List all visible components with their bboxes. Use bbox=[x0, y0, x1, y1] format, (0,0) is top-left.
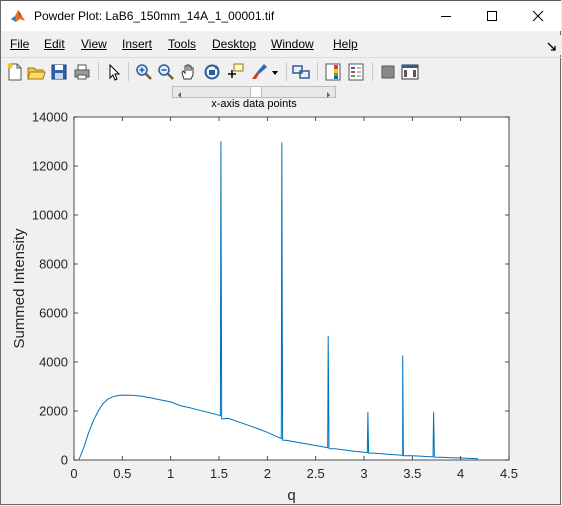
menu-insert[interactable]: Insert bbox=[122, 37, 152, 51]
hide-plot-tools-icon[interactable] bbox=[378, 62, 398, 82]
figure-window: Powder Plot: LaB6_150mm_14A_1_00001.tif … bbox=[0, 0, 561, 505]
dock-arrow-icon[interactable] bbox=[547, 39, 557, 51]
menu-help[interactable]: Help bbox=[333, 37, 358, 51]
maximize-button[interactable] bbox=[469, 1, 515, 31]
y-axis-label: Summed Intensity bbox=[11, 228, 28, 349]
y-tick-label: 2000 bbox=[39, 404, 68, 419]
window-title: Powder Plot: LaB6_150mm_14A_1_00001.tif bbox=[34, 9, 275, 23]
link-plot-icon[interactable] bbox=[291, 62, 311, 82]
brush-icon[interactable] bbox=[249, 62, 269, 82]
x-tick-label: 1 bbox=[167, 466, 174, 481]
toolbar-separator bbox=[98, 62, 99, 81]
x-tick-label: 3.5 bbox=[403, 466, 421, 481]
edit-plot-arrow-icon[interactable] bbox=[104, 62, 124, 82]
save-icon[interactable] bbox=[49, 62, 69, 82]
insert-legend-icon[interactable] bbox=[346, 62, 366, 82]
zoom-out-icon[interactable] bbox=[156, 62, 176, 82]
minimize-icon bbox=[441, 16, 451, 17]
menu-insert-label: Insert bbox=[122, 37, 153, 51]
x-axis-label: q bbox=[287, 487, 295, 504]
x-tick-label: 2 bbox=[264, 466, 271, 481]
maximize-icon bbox=[487, 11, 497, 21]
brush-dropdown-icon[interactable] bbox=[270, 62, 280, 82]
menu-tools-label: Tools bbox=[168, 37, 197, 51]
x-tick-label: 1.5 bbox=[210, 466, 228, 481]
data-cursor-icon[interactable] bbox=[225, 62, 245, 82]
y-tick-label: 4000 bbox=[39, 355, 68, 370]
zoom-in-icon[interactable] bbox=[134, 62, 154, 82]
menu-desktop-label: Desktop bbox=[212, 37, 257, 51]
x-tick-label: 4 bbox=[457, 466, 464, 481]
figure-toolbar bbox=[1, 57, 561, 85]
menu-window[interactable]: Window bbox=[271, 37, 314, 51]
close-icon bbox=[532, 10, 544, 22]
toolbar-separator bbox=[286, 62, 287, 81]
rotate-3d-icon[interactable] bbox=[202, 62, 222, 82]
toolbar-separator bbox=[372, 62, 373, 81]
menu-view[interactable]: View bbox=[81, 37, 107, 51]
menu-desktop[interactable]: Desktop bbox=[212, 37, 256, 51]
toolbar-separator bbox=[128, 62, 129, 81]
plot-area bbox=[74, 117, 509, 460]
new-figure-icon[interactable] bbox=[5, 62, 25, 82]
x-tick-label: 0 bbox=[70, 466, 77, 481]
x-tick-label: 0.5 bbox=[113, 466, 131, 481]
y-tick-label: 14000 bbox=[32, 110, 68, 125]
toolbar-separator bbox=[317, 62, 318, 81]
y-tick-label: 0 bbox=[61, 453, 68, 468]
y-tick-label: 10000 bbox=[32, 208, 68, 223]
menu-window-label: Window bbox=[271, 37, 314, 51]
menu-edit-label: Edit bbox=[44, 37, 65, 51]
menu-file[interactable]: File bbox=[10, 37, 29, 51]
powder-plot-chart[interactable]: 0 0.5 1 1.5 2 2.5 3 3.5 4 4.5 0 2000 4000 6000 8000 100… bbox=[1, 85, 561, 506]
close-button[interactable] bbox=[515, 1, 561, 31]
x-tick-label: 3 bbox=[360, 466, 367, 481]
print-icon[interactable] bbox=[72, 62, 92, 82]
open-file-icon[interactable] bbox=[26, 62, 46, 82]
y-tick-label: 12000 bbox=[32, 159, 68, 174]
pan-hand-icon[interactable] bbox=[178, 62, 198, 82]
menu-file-label: File bbox=[10, 37, 30, 51]
insert-colorbar-icon[interactable] bbox=[323, 62, 343, 82]
show-plot-tools-icon[interactable] bbox=[400, 62, 420, 82]
y-tick-label: 6000 bbox=[39, 306, 68, 321]
menu-edit[interactable]: Edit bbox=[44, 37, 65, 51]
title-bar[interactable]: Powder Plot: LaB6_150mm_14A_1_00001.tif bbox=[1, 1, 561, 31]
minimize-button[interactable] bbox=[423, 1, 469, 31]
menu-help-label: Help bbox=[333, 37, 358, 51]
x-tick-label: 4.5 bbox=[500, 466, 518, 481]
menu-view-label: View bbox=[81, 37, 107, 51]
matlab-logo-icon bbox=[10, 8, 26, 24]
menu-bar: File Edit View Insert Tools Desktop Wind… bbox=[1, 35, 561, 55]
menu-tools[interactable]: Tools bbox=[168, 37, 196, 51]
x-tick-label: 2.5 bbox=[307, 466, 325, 481]
y-tick-label: 8000 bbox=[39, 257, 68, 272]
